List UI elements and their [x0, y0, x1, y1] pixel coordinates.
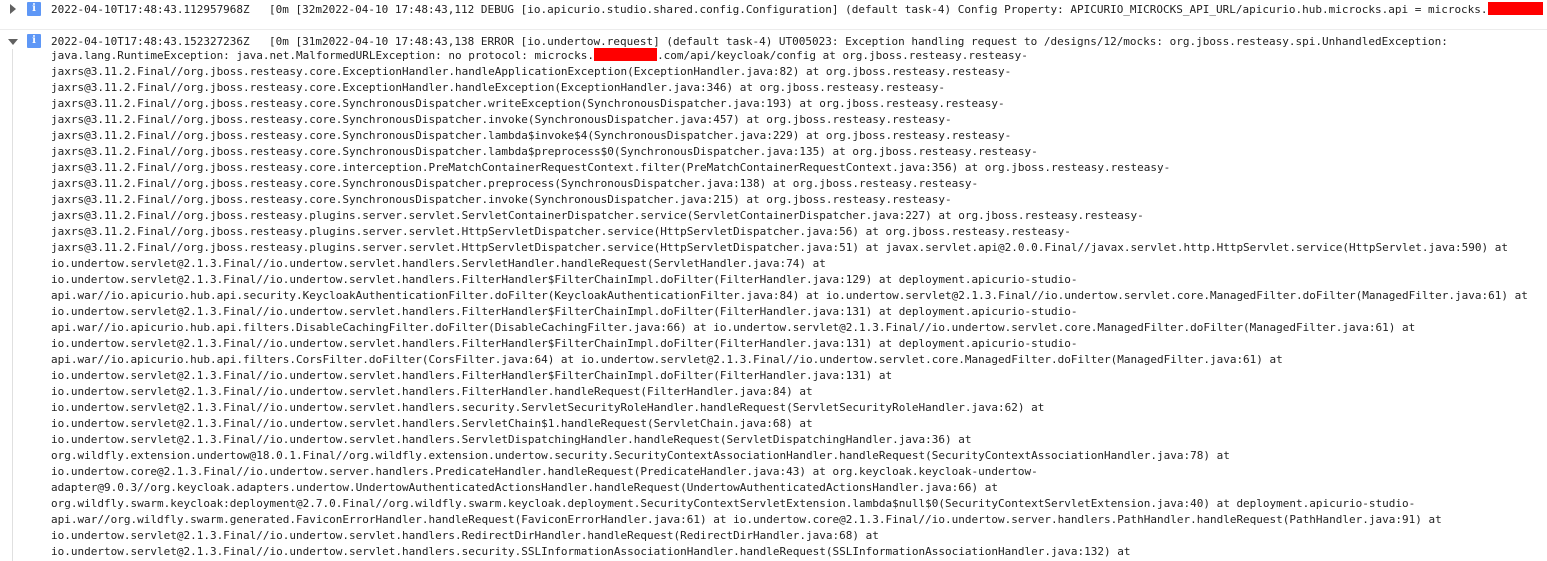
- log-detail-line: jaxrs@3.11.2.Final//org.jboss.resteasy.c…: [51, 129, 1012, 142]
- log-entry[interactable]: i 2022-04-10T17:48:43.112957968Z [0m [32…: [0, 0, 1547, 30]
- log-detail-line: io.undertow.servlet@2.1.3.Final//io.unde…: [51, 305, 1078, 318]
- log-summary: [0m [32m2022-04-10 17:48:43,112 DEBUG [i…: [269, 2, 1543, 18]
- log-viewer: i 2022-04-10T17:48:43.112957968Z [0m [32…: [0, 0, 1547, 561]
- log-detail-line: io.undertow.servlet@2.1.3.Final//io.unde…: [51, 369, 893, 382]
- log-detail-line: jaxrs@3.11.2.Final//org.jboss.resteasy.c…: [51, 97, 1005, 110]
- log-entry[interactable]: i 2022-04-10T17:48:43.152327236Z [0m [31…: [0, 30, 1547, 50]
- log-detail-line: io.undertow.servlet@2.1.3.Final//io.unde…: [51, 529, 879, 542]
- log-detail-text: .com/api/keycloak/config at org.jboss.re…: [657, 49, 1028, 62]
- log-detail-line: jaxrs@3.11.2.Final//org.jboss.resteasy.c…: [51, 193, 952, 206]
- log-detail-line: jaxrs@3.11.2.Final//org.jboss.resteasy.c…: [51, 113, 952, 126]
- log-timestamp: 2022-04-10T17:48:43.112957968Z: [51, 3, 250, 16]
- log-detail-line: io.undertow.servlet@2.1.3.Final//io.unde…: [51, 337, 1078, 350]
- log-detail-line: org.wildfly.extension.undertow@18.0.1.Fi…: [51, 449, 1230, 462]
- log-detail-line: api.war//io.apicurio.hub.api.security.Ke…: [51, 289, 1528, 302]
- log-detail-line: api.war//io.apicurio.hub.api.filters.Cor…: [51, 353, 1283, 366]
- log-entry-details: java.lang.RuntimeException: java.net.Mal…: [51, 48, 1528, 560]
- log-detail-line: io.undertow.servlet@2.1.3.Final//io.unde…: [51, 273, 1078, 286]
- log-detail-line: io.undertow.servlet@2.1.3.Final//io.unde…: [51, 433, 972, 446]
- log-summary-text: [0m [32m2022-04-10 17:48:43,112 DEBUG [i…: [269, 3, 1488, 16]
- log-detail-line: io.undertow.servlet@2.1.3.Final//io.unde…: [51, 401, 1045, 414]
- log-detail-line: jaxrs@3.11.2.Final//org.jboss.resteasy.p…: [51, 225, 1071, 238]
- log-detail-line: jaxrs@3.11.2.Final//org.jboss.resteasy.c…: [51, 161, 1171, 174]
- info-icon: i: [27, 2, 41, 16]
- log-detail-line: jaxrs@3.11.2.Final//org.jboss.resteasy.p…: [51, 241, 1508, 254]
- log-detail-line: jaxrs@3.11.2.Final//org.jboss.resteasy.c…: [51, 177, 979, 190]
- log-detail-text: java.lang.RuntimeException: java.net.Mal…: [51, 49, 595, 62]
- log-detail-line: jaxrs@3.11.2.Final//org.jboss.resteasy.c…: [51, 81, 946, 94]
- collapse-arrow-icon[interactable]: [6, 35, 20, 49]
- log-detail-line: org.wildfly.swarm.keycloak:deployment@2.…: [51, 497, 1416, 510]
- log-detail-line: adapter@9.0.3//org.keycloak.adapters.und…: [51, 481, 999, 494]
- redacted-block: [594, 48, 658, 61]
- log-detail-line: api.war//io.apicurio.hub.api.filters.Dis…: [51, 321, 1416, 334]
- log-detail-line: jaxrs@3.11.2.Final//org.jboss.resteasy.c…: [51, 145, 1038, 158]
- redacted-block: [1487, 2, 1543, 15]
- log-detail-line: jaxrs@3.11.2.Final//org.jboss.resteasy.c…: [51, 65, 1012, 78]
- log-detail-line: io.undertow.core@2.1.3.Final//io.underto…: [51, 465, 1038, 478]
- log-detail-line: io.undertow.servlet@2.1.3.Final//io.unde…: [51, 545, 1131, 558]
- log-entry-header[interactable]: i 2022-04-10T17:48:43.112957968Z [0m [32…: [0, 0, 1547, 20]
- log-detail-line: java.lang.RuntimeException: java.net.Mal…: [51, 48, 1528, 64]
- expanded-gutter-line: [12, 49, 13, 561]
- log-detail-line: io.undertow.servlet@2.1.3.Final//io.unde…: [51, 417, 813, 430]
- info-icon: i: [27, 34, 41, 48]
- log-detail-line: io.undertow.servlet@2.1.3.Final//io.unde…: [51, 257, 826, 270]
- log-detail-line: api.war//org.wildfly.swarm.generated.Fav…: [51, 513, 1442, 526]
- log-detail-line: io.undertow.servlet@2.1.3.Final//io.unde…: [51, 385, 813, 398]
- log-detail-line: jaxrs@3.11.2.Final//org.jboss.resteasy.p…: [51, 209, 1144, 222]
- expand-arrow-icon[interactable]: [6, 2, 20, 16]
